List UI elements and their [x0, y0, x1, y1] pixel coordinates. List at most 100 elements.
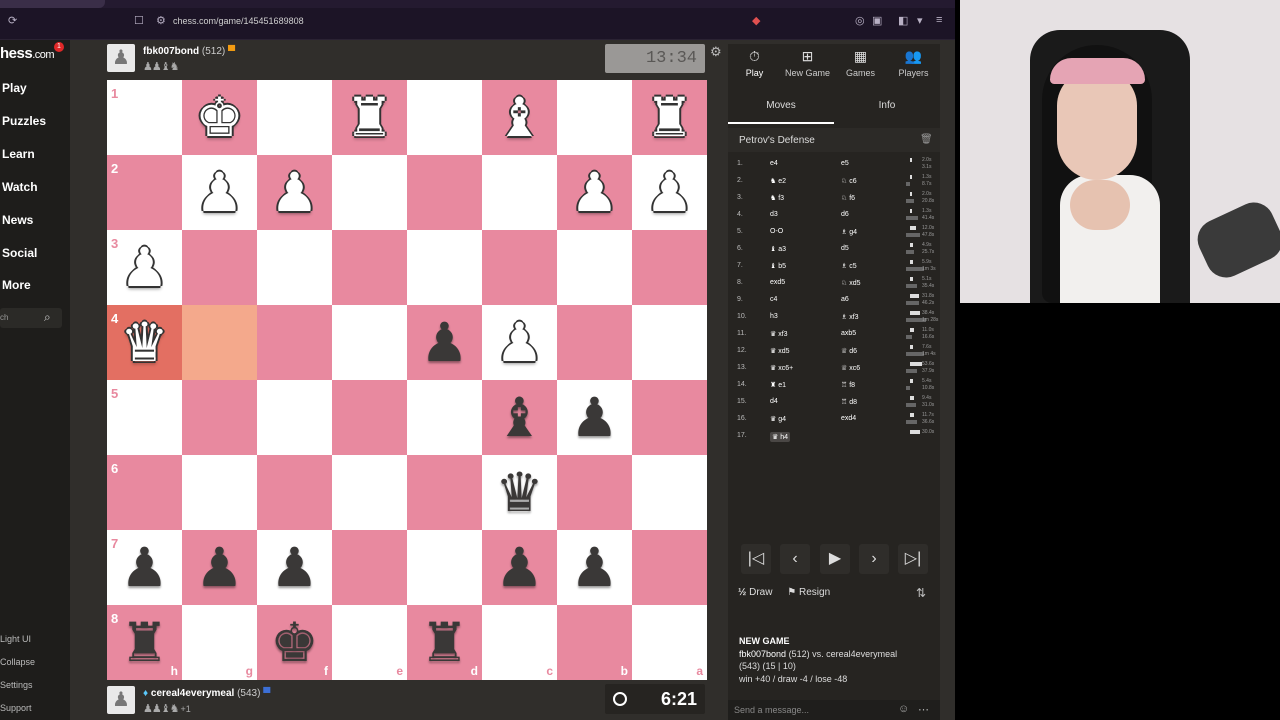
board-square[interactable]: [407, 80, 482, 155]
trash-icon[interactable]: 🗑: [920, 134, 933, 145]
black-move[interactable]: axb5: [841, 330, 856, 337]
board-square[interactable]: [557, 305, 632, 380]
white-rook-piece[interactable]: ♜: [632, 80, 707, 155]
white-pawn-piece[interactable]: ♟: [557, 155, 632, 230]
opening-name[interactable]: Petrov's Defense: [739, 135, 815, 146]
board-square[interactable]: [257, 80, 332, 155]
board-square[interactable]: [632, 455, 707, 530]
board-square[interactable]: 3 ♟: [107, 230, 182, 305]
white-pawn-piece[interactable]: ♟: [257, 155, 332, 230]
white-pawn-piece[interactable]: ♟: [107, 230, 182, 305]
white-move[interactable]: ♝ b5: [770, 262, 786, 270]
black-pawn-piece[interactable]: ♟: [182, 530, 257, 605]
black-move[interactable]: d5: [841, 245, 849, 252]
board-square[interactable]: [407, 380, 482, 455]
draw-button[interactable]: Draw: [749, 587, 772, 598]
support-link[interactable]: Support: [0, 703, 32, 713]
white-move[interactable]: c4: [770, 296, 777, 303]
board-square[interactable]: [332, 155, 407, 230]
tab-play[interactable]: ⏱ Play: [728, 48, 781, 78]
settings-link[interactable]: Settings: [0, 680, 33, 690]
board-square[interactable]: 6: [107, 455, 182, 530]
black-move[interactable]: ♕ d6: [841, 347, 857, 355]
top-player-username[interactable]: fbk007bond: [143, 46, 199, 57]
address-bar[interactable]: chess.com/game/145451689808: [173, 16, 304, 26]
board-square[interactable]: [557, 230, 632, 305]
tab-games[interactable]: ▦ Games: [834, 48, 887, 78]
tab-new-game[interactable]: ⊞ New Game: [781, 48, 834, 78]
white-move[interactable]: ♛ xc6+: [770, 364, 793, 372]
white-move[interactable]: ♝ a3: [770, 245, 786, 253]
board-square[interactable]: [257, 455, 332, 530]
black-pawn-piece[interactable]: ♟: [557, 530, 632, 605]
info-player-name[interactable]: fbk007bond: [739, 649, 786, 659]
tab-players[interactable]: 👥 Players: [887, 48, 940, 78]
board-square[interactable]: ♟: [407, 305, 482, 380]
black-move[interactable]: ♘ c6: [841, 177, 857, 185]
bottom-player-avatar[interactable]: ♟: [107, 686, 135, 714]
nav-learn[interactable]: Learn: [2, 147, 35, 161]
board-square[interactable]: [407, 455, 482, 530]
site-settings-icon[interactable]: ⚙: [156, 14, 166, 27]
gear-icon[interactable]: ⚙: [710, 44, 722, 60]
chat-input[interactable]: Send a message... ☺ ⋯: [728, 700, 940, 720]
first-move-button[interactable]: |◁: [741, 544, 771, 574]
black-move[interactable]: exd4: [841, 415, 856, 422]
nav-watch[interactable]: Watch: [2, 180, 38, 194]
board-square[interactable]: [182, 380, 257, 455]
board-square[interactable]: [332, 230, 407, 305]
screenshot-icon[interactable]: ▣: [872, 14, 882, 27]
board-square[interactable]: [182, 455, 257, 530]
black-king-piece[interactable]: ♚: [257, 605, 332, 680]
board-square[interactable]: [332, 380, 407, 455]
black-move[interactable]: ♗ c5: [841, 262, 857, 270]
board-square[interactable]: ♟: [557, 530, 632, 605]
black-rook-piece[interactable]: ♜: [107, 605, 182, 680]
black-move[interactable]: ♘ xd5: [841, 279, 861, 287]
board-square[interactable]: ♟: [182, 155, 257, 230]
board-square[interactable]: [407, 155, 482, 230]
board-square[interactable]: [257, 305, 332, 380]
white-pawn-piece[interactable]: ♟: [182, 155, 257, 230]
bottom-player-username[interactable]: cereal4everymeal: [151, 688, 234, 699]
subtab-moves[interactable]: Moves: [728, 100, 834, 111]
black-move[interactable]: e5: [841, 160, 849, 167]
white-move[interactable]: ♛ xd5: [770, 347, 790, 355]
search-input[interactable]: ch ⌕: [0, 308, 62, 328]
white-rook-piece[interactable]: ♜: [332, 80, 407, 155]
chess-board[interactable]: 1 ♚ ♜ ♝ ♜ 2 ♟ ♟ ♟ ♟ 3 ♟ 4 ♛ ♟ ♟ 5 ♝ ♟ 6 ♛ 7 ♟ ♟ ♟ ♟ ♟ 8 h ♜ g f ♚ e d ♜ c b a: [107, 80, 707, 680]
board-square[interactable]: [557, 80, 632, 155]
black-pawn-piece[interactable]: ♟: [107, 530, 182, 605]
black-move[interactable]: a6: [841, 296, 849, 303]
black-pawn-piece[interactable]: ♟: [257, 530, 332, 605]
extensions-icon[interactable]: ◎: [855, 14, 865, 27]
board-square[interactable]: [482, 230, 557, 305]
board-square[interactable]: ♟: [257, 155, 332, 230]
board-square[interactable]: [332, 305, 407, 380]
nav-play[interactable]: Play: [2, 81, 27, 95]
white-move[interactable]: ♜ e1: [770, 381, 786, 389]
board-square[interactable]: a: [632, 605, 707, 680]
board-square[interactable]: ♟: [557, 380, 632, 455]
board-square[interactable]: [407, 230, 482, 305]
board-square[interactable]: c: [482, 605, 557, 680]
board-square[interactable]: ♚: [182, 80, 257, 155]
white-queen-piece[interactable]: ♛: [107, 305, 182, 380]
board-square[interactable]: ♝: [482, 380, 557, 455]
white-pawn-piece[interactable]: ♟: [482, 305, 557, 380]
board-square[interactable]: d ♜: [407, 605, 482, 680]
nav-news[interactable]: News: [2, 213, 33, 227]
board-square[interactable]: 8 h ♜: [107, 605, 182, 680]
white-move[interactable]: ♛ h4: [770, 432, 791, 442]
black-move[interactable]: ♘ f6: [841, 194, 855, 202]
black-queen-piece[interactable]: ♛: [482, 455, 557, 530]
chesscom-logo[interactable]: hess.com: [0, 45, 55, 62]
collapse-button[interactable]: Collapse: [0, 657, 35, 667]
board-square[interactable]: [482, 155, 557, 230]
black-move[interactable]: d6: [841, 211, 849, 218]
white-move[interactable]: ♛ xf3: [770, 330, 788, 338]
resign-button[interactable]: Resign: [799, 587, 830, 598]
browser-tab[interactable]: [0, 0, 105, 8]
black-move[interactable]: ♗ xf3: [841, 313, 859, 321]
nav-social[interactable]: Social: [2, 246, 37, 260]
